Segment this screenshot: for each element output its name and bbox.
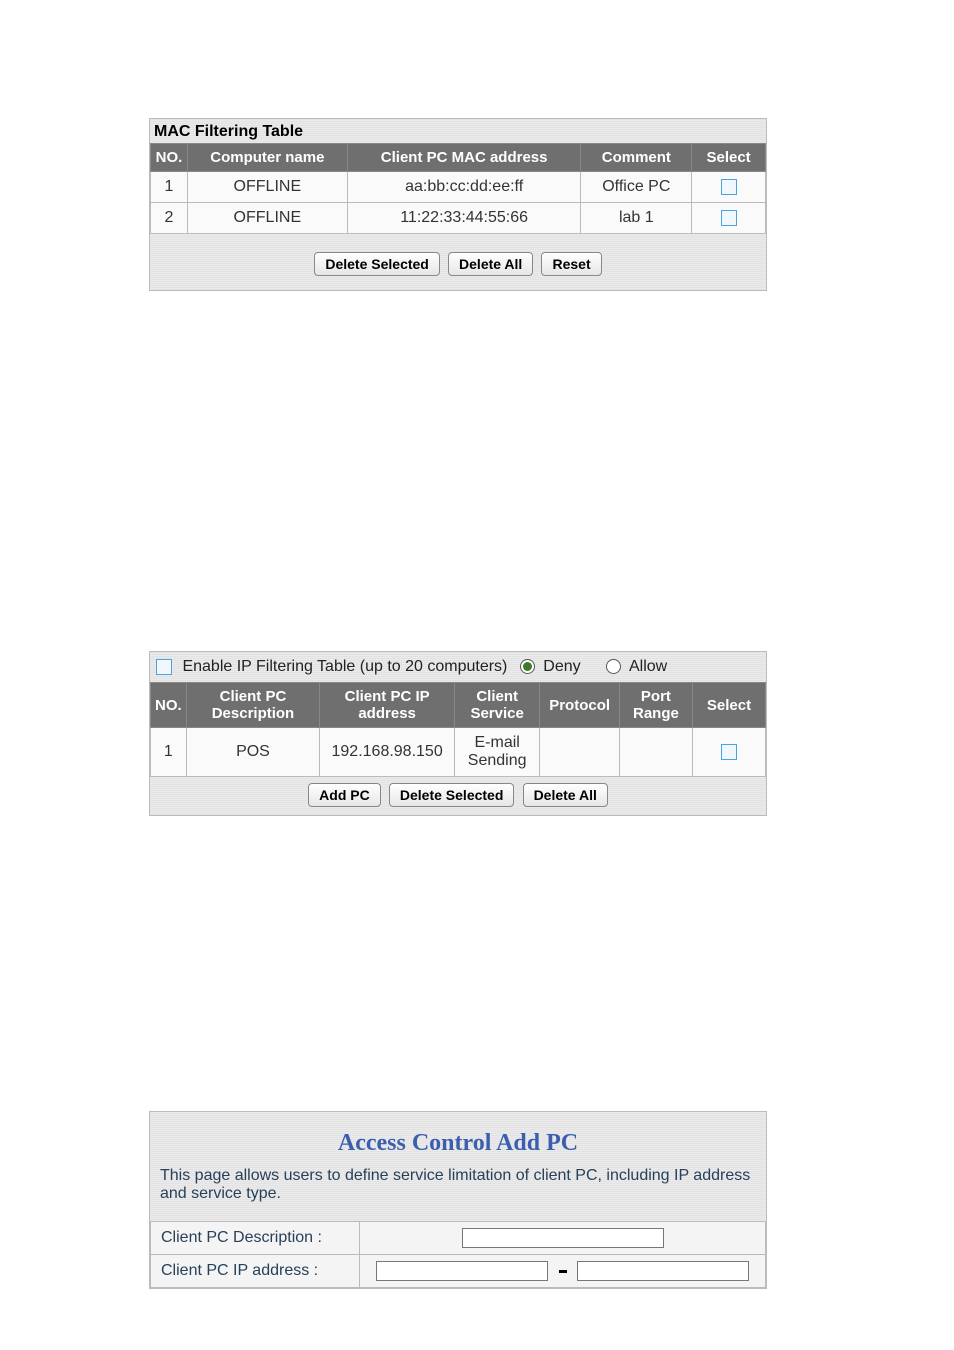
col-port: Port Range — [619, 683, 692, 728]
ip-filter-enable-row: Enable IP Filtering Table (up to 20 comp… — [150, 652, 766, 682]
delete-selected-button[interactable]: Delete Selected — [389, 783, 515, 807]
enable-ip-filter-label: Enable IP Filtering Table (up to 20 comp… — [182, 658, 507, 675]
reset-button[interactable]: Reset — [541, 252, 601, 276]
cell-port — [619, 728, 692, 777]
cell-service: E-mail Sending — [454, 728, 539, 777]
cell-comment: Office PC — [581, 172, 692, 203]
cell-no: 1 — [151, 172, 188, 203]
access-control-form: Client PC Description : Client PC IP add… — [150, 1221, 766, 1288]
mac-filtering-panel: MAC Filtering Table NO. Computer name Cl… — [149, 118, 767, 291]
cell-mac: 11:22:33:44:55:66 — [347, 203, 581, 234]
ip-filtering-table: NO. Client PC Description Client PC IP a… — [150, 682, 766, 777]
cell-comment: lab 1 — [581, 203, 692, 234]
mac-filtering-title: MAC Filtering Table — [150, 119, 766, 143]
col-protocol: Protocol — [540, 683, 620, 728]
col-comment: Comment — [581, 144, 692, 172]
mac-button-row: Delete Selected Delete All Reset — [150, 234, 766, 290]
table-row: 2 OFFLINE 11:22:33:44:55:66 lab 1 — [151, 203, 766, 234]
cell-name: OFFLINE — [187, 203, 347, 234]
table-row: 1 OFFLINE aa:bb:cc:dd:ee:ff Office PC — [151, 172, 766, 203]
access-control-panel: Access Control Add PC This page allows u… — [149, 1111, 767, 1289]
allow-radio[interactable] — [606, 659, 621, 674]
delete-all-button[interactable]: Delete All — [523, 783, 608, 807]
col-ip: Client PC IP address — [320, 683, 455, 728]
ip-label: Client PC IP address : — [151, 1255, 360, 1288]
col-select: Select — [692, 144, 766, 172]
cell-protocol — [540, 728, 620, 777]
col-no: NO. — [151, 683, 187, 728]
cell-no: 2 — [151, 203, 188, 234]
cell-ip: 192.168.98.150 — [320, 728, 455, 777]
delete-all-button[interactable]: Delete All — [448, 252, 533, 276]
cell-mac: aa:bb:cc:dd:ee:ff — [347, 172, 581, 203]
ip-button-row: Add PC Delete Selected Delete All — [150, 777, 766, 815]
col-service: Client Service — [454, 683, 539, 728]
add-pc-button[interactable]: Add PC — [308, 783, 381, 807]
row-select-checkbox[interactable] — [721, 179, 737, 195]
col-mac: Client PC MAC address — [347, 144, 581, 172]
client-ip-start-input[interactable] — [376, 1261, 548, 1281]
delete-selected-button[interactable]: Delete Selected — [314, 252, 440, 276]
mac-filtering-table: NO. Computer name Client PC MAC address … — [150, 143, 766, 234]
enable-ip-filter-checkbox[interactable] — [156, 659, 172, 675]
col-desc: Client PC Description — [186, 683, 320, 728]
dash-icon — [559, 1270, 567, 1273]
row-select-checkbox[interactable] — [721, 744, 737, 760]
col-select: Select — [692, 683, 765, 728]
deny-radio[interactable] — [520, 659, 535, 674]
col-name: Computer name — [187, 144, 347, 172]
deny-label: Deny — [543, 658, 580, 675]
table-row: 1 POS 192.168.98.150 E-mail Sending — [151, 728, 766, 777]
cell-desc: POS — [186, 728, 320, 777]
desc-label: Client PC Description : — [151, 1222, 360, 1255]
cell-name: OFFLINE — [187, 172, 347, 203]
access-control-desc: This page allows users to define service… — [150, 1167, 766, 1221]
allow-label: Allow — [629, 658, 667, 675]
cell-no: 1 — [151, 728, 187, 777]
row-select-checkbox[interactable] — [721, 210, 737, 226]
ip-filtering-panel: Enable IP Filtering Table (up to 20 comp… — [149, 651, 767, 816]
client-desc-input[interactable] — [462, 1228, 664, 1248]
col-no: NO. — [151, 144, 188, 172]
access-control-title: Access Control Add PC — [150, 1112, 766, 1167]
client-ip-end-input[interactable] — [577, 1261, 749, 1281]
